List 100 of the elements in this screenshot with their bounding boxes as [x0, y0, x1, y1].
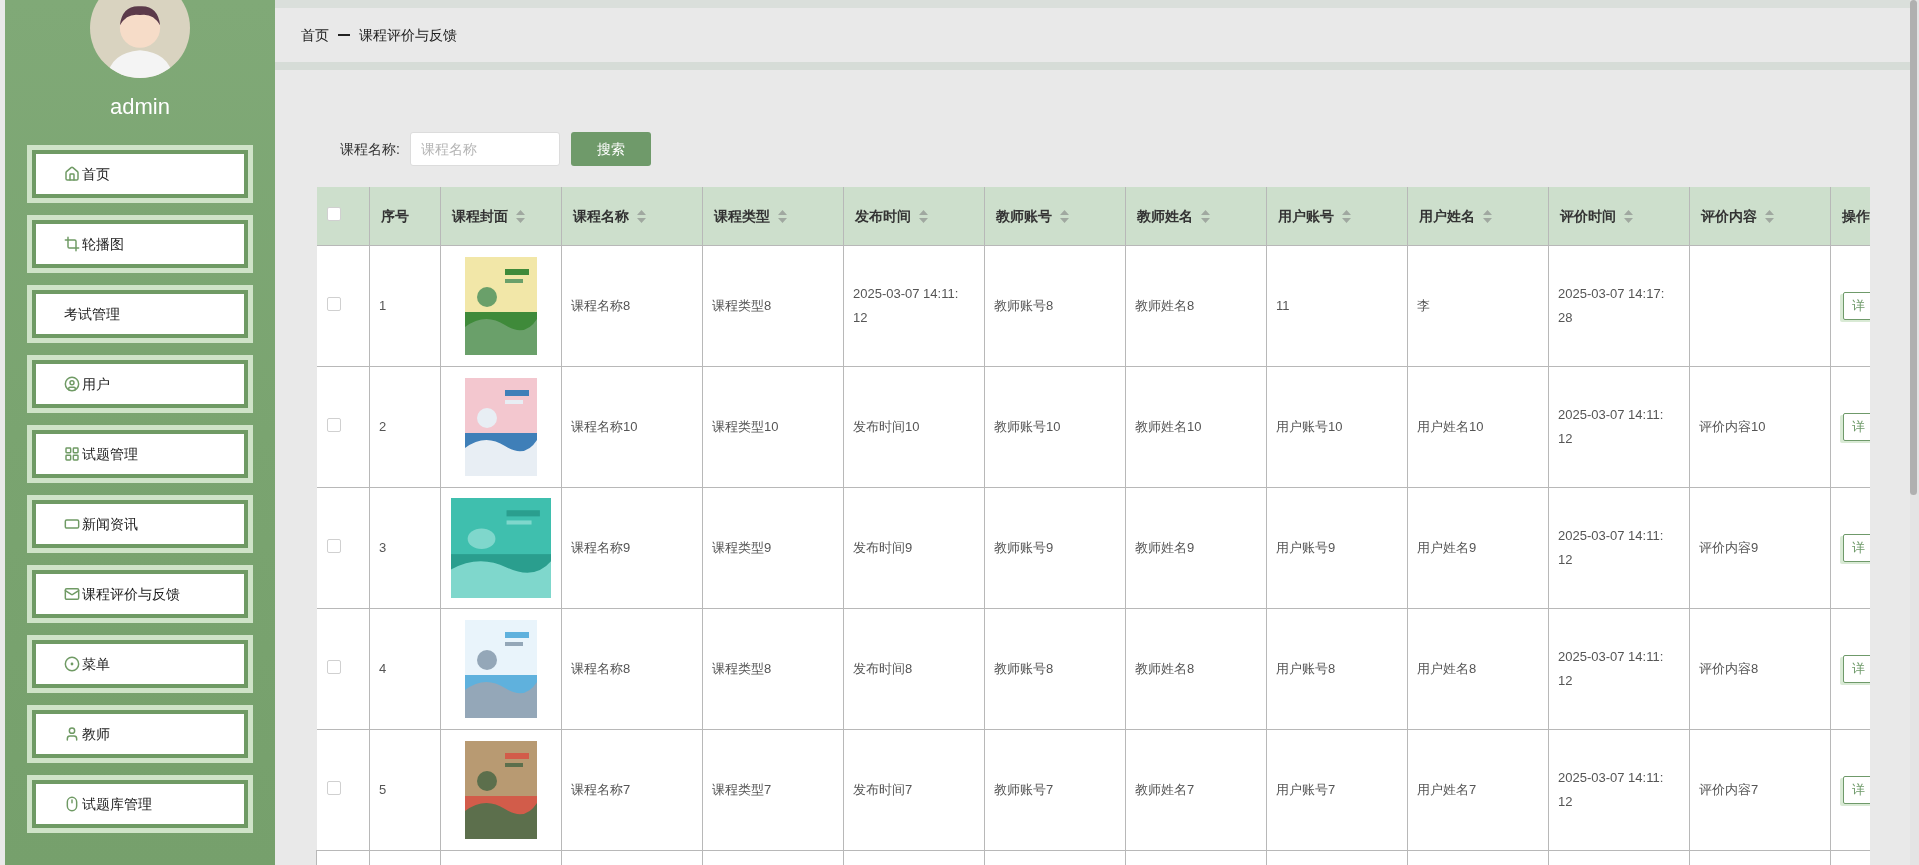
table-cell-text: 课程类型10 — [712, 417, 780, 436]
sidebar-item[interactable]: 课程评价与反馈 — [27, 565, 253, 623]
sort-icon[interactable] — [1342, 210, 1351, 223]
column-header[interactable]: 课程名称 — [573, 207, 629, 224]
checkbox[interactable] — [326, 659, 341, 674]
table-cell-text: 4 — [379, 659, 388, 678]
column-header[interactable]: 发布时间 — [855, 207, 911, 224]
table-cell-text: 2025-03-07 14:11:12 — [1558, 647, 1665, 690]
person-icon — [64, 726, 80, 742]
checkbox[interactable] — [326, 206, 341, 221]
table-cell-text: 教师姓名8 — [1135, 659, 1196, 678]
table-cell-text: 课程名称7 — [571, 780, 632, 799]
table-cell-text: 教师账号8 — [994, 659, 1055, 678]
table-cell-text: 评价内容10 — [1699, 417, 1767, 436]
table-cell-text: 用户账号9 — [1276, 538, 1337, 557]
sidebar-item[interactable]: 用户 — [27, 355, 253, 413]
table-cell-text: 教师姓名8 — [1135, 296, 1196, 315]
sidebar-item[interactable]: 新闻资讯 — [27, 495, 253, 553]
sidebar-item[interactable]: 试题管理 — [27, 425, 253, 483]
sort-icon[interactable] — [637, 210, 646, 223]
table-cell-text: 教师账号10 — [994, 417, 1062, 436]
user-icon — [64, 376, 80, 392]
table-cell-text: 教师账号9 — [994, 538, 1055, 557]
sidebar-item[interactable]: 菜单 — [27, 635, 253, 693]
column-header[interactable]: 用户姓名 — [1419, 207, 1475, 224]
table-cell-text: 3 — [379, 538, 388, 557]
table-cell-text: 教师账号8 — [994, 296, 1055, 315]
search-field[interactable]: 课程名称 — [409, 132, 560, 166]
table-cell-text: 2025-03-07 14:17:28 — [1558, 284, 1666, 327]
table-cell-text: 课程名称10 — [571, 417, 639, 436]
table-cell-text: 2025-03-07 14:11:12 — [1558, 405, 1665, 448]
table-cell-text: 用户账号8 — [1276, 659, 1337, 678]
table-cell-text: 2025-03-07 14:11:12 — [1558, 526, 1665, 569]
table-cell-text: 课程名称9 — [571, 538, 632, 557]
mail-icon — [64, 586, 80, 602]
home-icon — [64, 166, 80, 182]
search-label: 课程名称: — [340, 139, 400, 159]
column-header[interactable]: 课程类型 — [714, 207, 770, 224]
breadcrumb-item[interactable]: 首页 — [301, 24, 329, 46]
table-cell-text: 用户姓名7 — [1417, 780, 1478, 799]
table-cell-text: 用户姓名9 — [1417, 538, 1478, 557]
sidebar-item[interactable]: 首页 — [27, 145, 253, 203]
sidebar-item[interactable]: 教师 — [27, 705, 253, 763]
table-cell-text: 教师姓名7 — [1135, 780, 1196, 799]
sidebar-item[interactable]: 试题库管理 — [27, 775, 253, 833]
sort-icon[interactable] — [1201, 210, 1210, 223]
table-cell-text: 1 — [379, 296, 388, 315]
table-cell-text: 5 — [379, 780, 388, 799]
column-header: 序号 — [381, 207, 409, 224]
table-cell-text: 教师账号7 — [994, 780, 1055, 799]
checkbox[interactable] — [326, 417, 341, 432]
table-cell-text: 用户姓名8 — [1417, 659, 1478, 678]
table-cell-text: 评价内容8 — [1699, 659, 1760, 678]
table-cell-text: 2 — [379, 417, 388, 436]
table-cell-text: 用户账号7 — [1276, 780, 1337, 799]
sort-icon[interactable] — [1765, 210, 1774, 223]
table-cell-text: 课程类型8 — [712, 296, 773, 315]
circle-dot-icon — [64, 656, 80, 672]
crop-icon — [64, 236, 80, 252]
table-cell-text: 11 — [1276, 296, 1291, 315]
column-header[interactable]: 教师姓名 — [1137, 207, 1193, 224]
sort-icon[interactable] — [1624, 210, 1633, 223]
grid-icon — [64, 446, 80, 462]
column-header[interactable]: 评价时间 — [1560, 207, 1616, 224]
sort-icon[interactable] — [1060, 210, 1069, 223]
column-header[interactable]: 课程封面 — [452, 207, 508, 224]
checkbox[interactable] — [326, 296, 341, 311]
table-cell-text: 发布时间7 — [853, 780, 914, 799]
table-cell-text: 教师姓名9 — [1135, 538, 1196, 557]
table-cell-text: 用户姓名10 — [1417, 417, 1485, 436]
column-header: 操作 — [1842, 207, 1870, 224]
column-header[interactable]: 评价内容 — [1701, 207, 1757, 224]
sort-icon[interactable] — [516, 210, 525, 223]
sort-icon[interactable] — [919, 210, 928, 223]
table-cell-text: 2025-03-07 14:11:12 — [853, 284, 960, 327]
table-cell-text: 课程类型7 — [712, 780, 773, 799]
table-cell-text: 课程类型9 — [712, 538, 773, 557]
table-cell-text: 课程名称8 — [571, 296, 632, 315]
sidebar-item[interactable]: 轮播图 — [27, 215, 253, 273]
checkbox[interactable] — [326, 538, 341, 553]
table-cell-text: 2025-03-07 14:11:12 — [1558, 768, 1665, 811]
table-cell-text: 课程类型8 — [712, 659, 773, 678]
column-header[interactable]: 教师账号 — [996, 207, 1052, 224]
checkbox[interactable] — [326, 780, 341, 795]
column-header[interactable]: 用户账号 — [1278, 207, 1334, 224]
scrollbar[interactable] — [1910, 0, 1919, 865]
sort-icon[interactable] — [778, 210, 787, 223]
table-cell-text: 评价内容9 — [1699, 538, 1760, 557]
mouse-icon — [64, 796, 80, 812]
card-icon — [64, 516, 80, 532]
username: admin — [110, 93, 170, 121]
breadcrumb-item: 课程评价与反馈 — [359, 25, 457, 45]
table-cell-text: 评价内容7 — [1699, 780, 1760, 799]
table-cell-text: 用户账号10 — [1276, 417, 1344, 436]
table-cell-text: 教师姓名10 — [1135, 417, 1203, 436]
sidebar-item[interactable]: 考试管理 — [27, 285, 253, 343]
table-cell-text: 李 — [1417, 296, 1431, 315]
separator-icon — [338, 34, 350, 36]
table-cell-text: 发布时间10 — [853, 417, 921, 436]
sort-icon[interactable] — [1483, 210, 1492, 223]
